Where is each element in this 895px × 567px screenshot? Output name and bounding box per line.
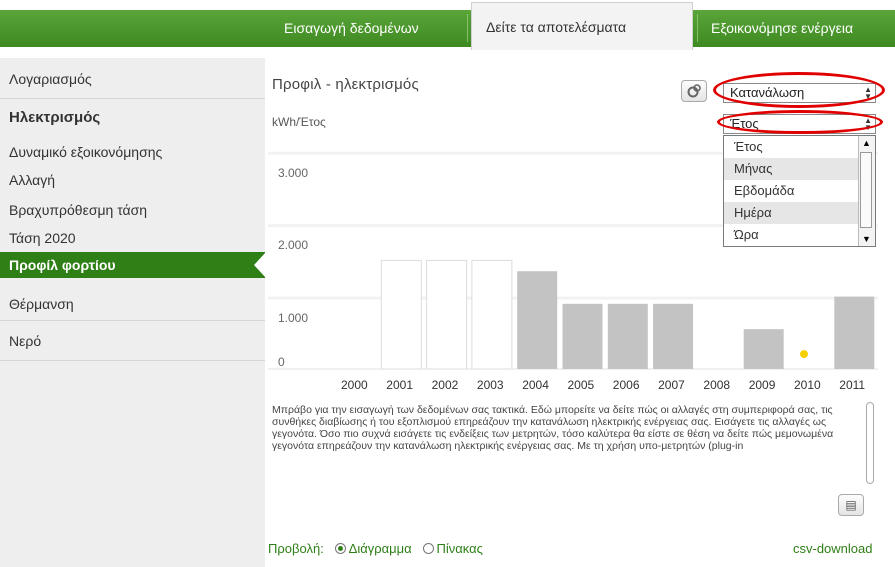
description-text: Μπράβο για την εισαγωγή των δεδομένων σα…: [272, 404, 834, 452]
radio-table-label[interactable]: Πίνακας: [437, 541, 483, 556]
period-option-hour[interactable]: Ώρα: [724, 224, 858, 246]
y-tick-label: 1.000: [278, 310, 309, 325]
x-tick-label: 2011: [839, 378, 866, 392]
tab-divider: [467, 14, 468, 42]
tab-divider: [697, 14, 698, 42]
radio-chart[interactable]: [334, 543, 346, 554]
csv-download-link[interactable]: csv-download: [793, 541, 873, 556]
gear-icon: [687, 84, 701, 98]
view-label: Προβολή:: [268, 541, 324, 556]
description-scrollbar[interactable]: [866, 402, 874, 484]
x-tick-label: 2006: [612, 378, 640, 392]
sidebar-divider: [0, 320, 265, 321]
sidebar-divider: [0, 360, 265, 361]
sidebar-divider: [0, 98, 265, 99]
sidebar-item-trend-2020[interactable]: Τάση 2020: [0, 225, 265, 251]
scroll-down-icon[interactable]: ▼: [859, 232, 874, 246]
sidebar-item-account[interactable]: Λογαριασμός: [0, 66, 265, 92]
sidebar-item-water[interactable]: Νερό: [0, 328, 265, 354]
printer-icon: ▤: [845, 498, 857, 512]
x-tick-label: 2010: [794, 378, 821, 392]
y-tick-label: 0: [278, 355, 285, 369]
tab-save-energy[interactable]: Εξοικονόμησε ενέργεια: [699, 10, 865, 47]
period-option-month[interactable]: Μήνας: [724, 158, 858, 180]
period-option-day[interactable]: Ημέρα: [724, 202, 858, 224]
period-option-year[interactable]: Έτος: [724, 136, 858, 158]
sidebar-item-savings-potential[interactable]: Δυναμικό εξοικονόμησης: [0, 139, 265, 165]
top-navigation: Εισαγωγή δεδομένων Δείτε τα αποτελέσματα…: [0, 0, 895, 50]
dropdown-scrollbar[interactable]: ▲ ▼: [858, 136, 875, 246]
period-option-week[interactable]: Εβδομάδα: [724, 180, 858, 202]
x-tick-label: 2003: [476, 378, 504, 392]
settings-button[interactable]: [681, 80, 707, 102]
sidebar-item-short-term-trend[interactable]: Βραχυπρόθεσμη τάση: [0, 197, 265, 223]
scroll-up-icon[interactable]: ▲: [859, 136, 874, 150]
bar-2007[interactable]: [653, 303, 694, 369]
bar-2006[interactable]: [607, 303, 648, 369]
page-title: Προφιλ - ηλεκτρισμός: [272, 76, 419, 93]
sidebar-item-heating[interactable]: Θέρμανση: [0, 291, 265, 317]
bar-2004[interactable]: [517, 271, 558, 369]
bar-2005[interactable]: [562, 303, 603, 369]
bar-2002[interactable]: [426, 259, 468, 370]
x-tick-label: 2001: [386, 378, 413, 392]
x-tick-label: 2008: [703, 378, 731, 392]
tab-data-entry[interactable]: Εισαγωγή δεδομένων: [272, 10, 431, 47]
scroll-thumb[interactable]: [860, 152, 872, 228]
x-tick-label: 2000: [341, 378, 368, 392]
y-tick-label: 3.000: [278, 165, 309, 180]
sidebar-item-change[interactable]: Αλλαγή: [0, 167, 265, 193]
x-tick-label: 2004: [522, 378, 549, 392]
radio-chart-label[interactable]: Διάγραμμα: [349, 541, 412, 556]
x-tick-label: 2005: [567, 378, 595, 392]
tab-results[interactable]: Δείτε τα αποτελέσματα: [471, 2, 693, 50]
radio-table[interactable]: [422, 543, 434, 554]
x-tick-label: 2009: [748, 378, 776, 392]
event-marker[interactable]: [800, 350, 808, 359]
sidebar-item-load-profile[interactable]: Προφίλ φορτίου: [0, 252, 266, 278]
print-button[interactable]: ▤: [838, 494, 864, 516]
bar-2001[interactable]: [380, 259, 422, 370]
grid-line: [268, 296, 878, 300]
unit-label: kWh/Έτος: [272, 115, 326, 129]
x-tick-label: 2007: [658, 378, 685, 392]
bar-2003[interactable]: [471, 259, 513, 370]
bar-2011[interactable]: [834, 296, 875, 369]
highlight-ellipse: [713, 72, 885, 108]
period-dropdown-list: Έτος Μήνας Εβδομάδα Ημέρα Ώρα ▲ ▼: [723, 135, 876, 247]
view-options: Προβολή: Διάγραμμα Πίνακας: [268, 541, 483, 556]
bar-2009[interactable]: [743, 329, 784, 369]
x-tick-label: 2002: [431, 378, 459, 392]
y-tick-label: 2.000: [278, 238, 309, 253]
sidebar-item-electricity[interactable]: Ηλεκτρισμός: [0, 105, 265, 131]
sidebar: Λογαριασμός Ηλεκτρισμός Δυναμικό εξοικον…: [0, 58, 266, 567]
